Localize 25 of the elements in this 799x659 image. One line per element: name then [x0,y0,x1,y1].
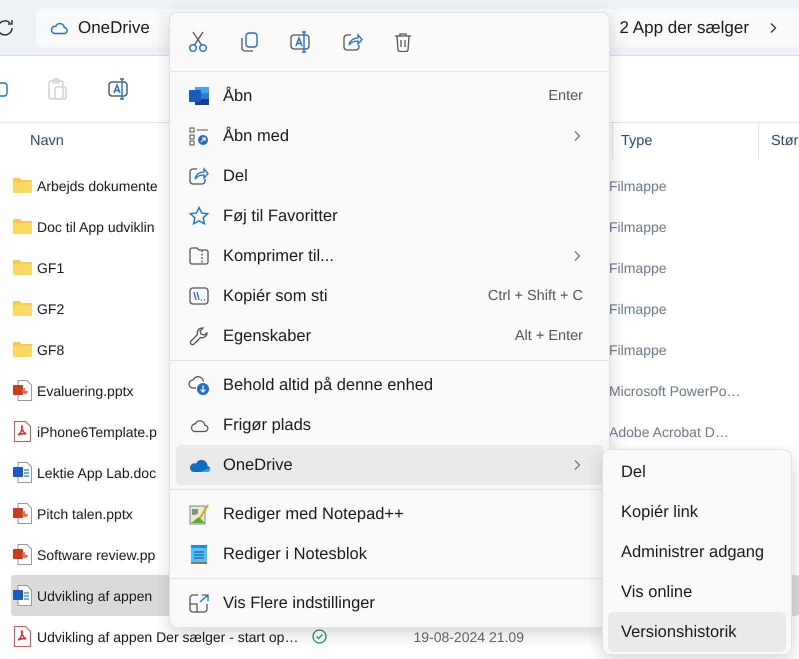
file-name: GF8 [37,342,64,358]
file-name: Pitch talen.pptx [37,506,133,522]
file-name: iPhone6Template.p [37,424,157,440]
shortcut-label: Alt + Enter [514,328,583,344]
file-type: Filmappe [609,218,667,234]
modified-date: 19-08-2024 21.09 [413,628,524,644]
file-name: Evaluering.pptx [37,382,134,398]
file-name: Lektie App Lab.doc [37,464,156,480]
file-name: Udvikling af appen Der sælger - start op… [37,628,298,644]
file-type: Microsoft PowerPo… [609,382,740,398]
shortcut-label: Ctrl + Shift + C [488,288,583,304]
file-type: Filmappe [609,260,667,276]
file-type: Filmappe [609,178,667,194]
file-name: GF2 [37,300,64,316]
breadcrumb-location: OneDrive [78,18,150,38]
file-name: Udvikling af appen [37,588,152,604]
shortcut-label: Enter [548,88,583,104]
breadcrumb-folder: 2 App der sælger [620,18,749,38]
file-type: Filmappe [609,342,667,358]
file-type: Filmappe [609,300,667,316]
file-name: Arbejds dokumente [37,178,158,194]
file-name: Doc til App udviklin [37,218,155,234]
file-name: Software review.pp [37,546,156,562]
file-type: Adobe Acrobat D… [609,424,729,440]
file-name: GF1 [37,260,64,276]
